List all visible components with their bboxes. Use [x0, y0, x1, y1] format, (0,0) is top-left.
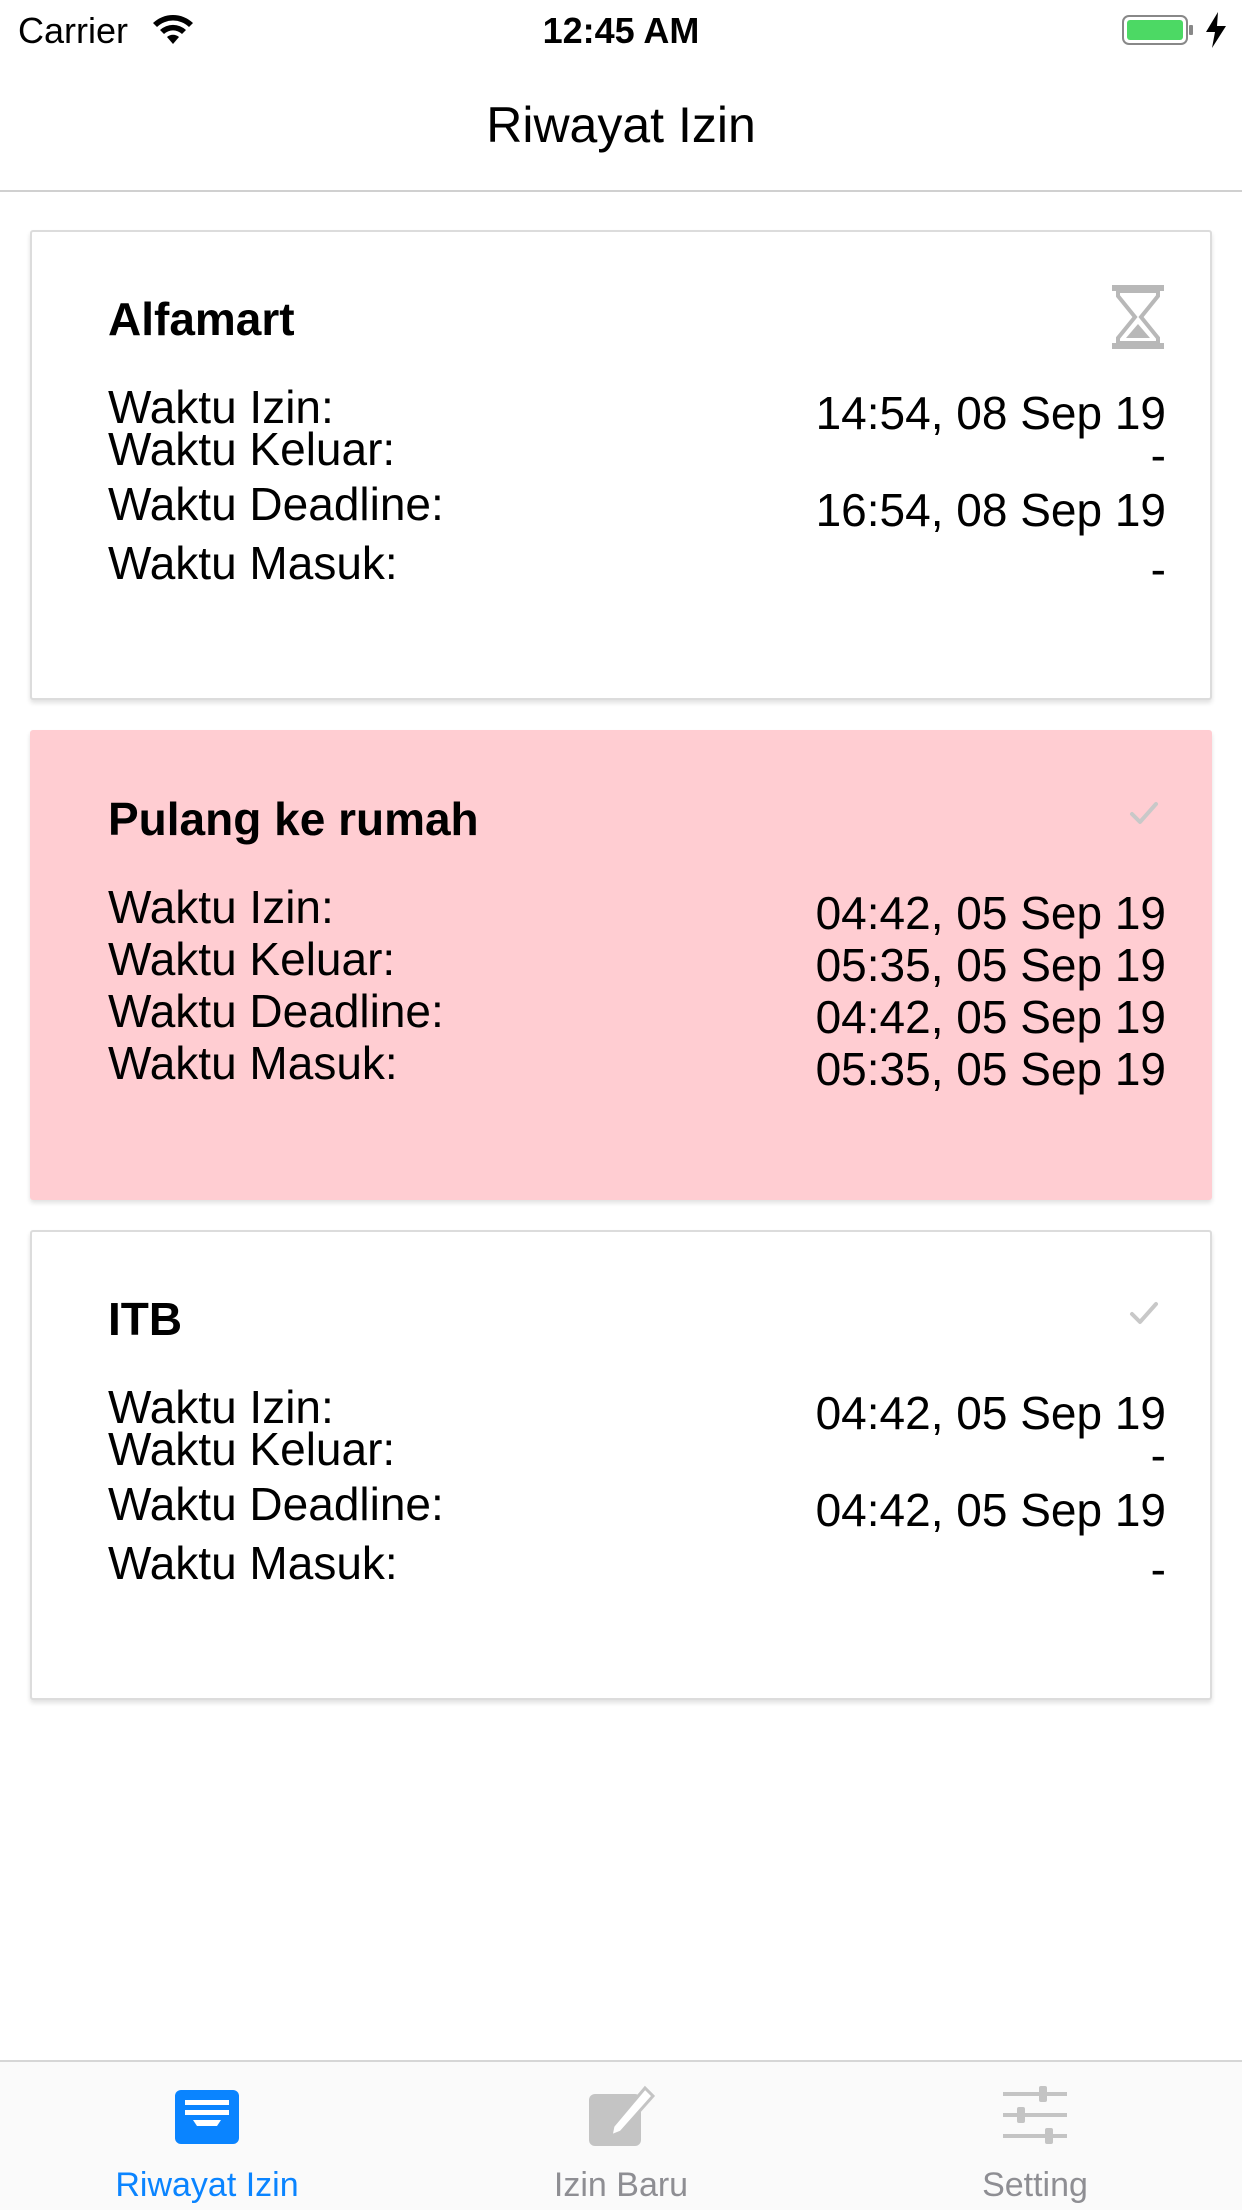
- row-label: Waktu Keluar:: [108, 423, 396, 475]
- tab-label: Riwayat Izin: [115, 2166, 299, 2204]
- row-waktu-keluar: Waktu Keluar: -: [108, 1422, 1166, 1481]
- row-waktu-deadline: Waktu Deadline: 04:42, 05 Sep 19: [108, 984, 1166, 1043]
- page-title: Riwayat Izin: [486, 97, 756, 153]
- row-label: Waktu Masuk:: [108, 1037, 398, 1089]
- row-value: -: [1150, 543, 1166, 595]
- row-waktu-masuk: Waktu Masuk: -: [108, 536, 1166, 595]
- row-waktu-deadline: Waktu Deadline: 04:42, 05 Sep 19: [108, 1477, 1166, 1536]
- inbox-icon: [175, 2090, 239, 2144]
- sliders-icon: [1003, 2086, 1067, 2144]
- row-value: 16:54, 08 Sep 19: [815, 484, 1166, 536]
- compose-icon: [589, 2085, 655, 2146]
- row-label: Waktu Masuk:: [108, 537, 398, 589]
- card-title: Pulang ke rumah: [108, 793, 479, 845]
- battery-icon: [1122, 15, 1193, 45]
- row-label: Waktu Keluar:: [108, 1423, 396, 1475]
- row-label: Waktu Deadline:: [108, 1478, 444, 1530]
- row-label: Waktu Masuk:: [108, 1537, 398, 1589]
- tab-label: Setting: [982, 2166, 1088, 2204]
- tab-izin-baru[interactable]: Izin Baru: [414, 2062, 828, 2210]
- row-label: Waktu Deadline:: [108, 478, 444, 530]
- checkmark-icon: [1130, 1302, 1158, 1324]
- row-waktu-keluar: Waktu Keluar: 05:35, 05 Sep 19: [108, 932, 1166, 991]
- row-label: Waktu Keluar:: [108, 933, 396, 985]
- card-title: Alfamart: [108, 293, 295, 345]
- row-waktu-keluar: Waktu Keluar: -: [108, 422, 1166, 481]
- row-waktu-masuk: Waktu Masuk: -: [108, 1536, 1166, 1595]
- checkmark-icon: [1130, 802, 1158, 824]
- permission-card[interactable]: ITB Waktu Izin: 04:42, 05 Sep 19 Waktu K…: [30, 1230, 1212, 1700]
- row-waktu-masuk: Waktu Masuk: 05:35, 05 Sep 19: [108, 1036, 1166, 1095]
- row-waktu-deadline: Waktu Deadline: 16:54, 08 Sep 19: [108, 477, 1166, 536]
- row-value: 05:35, 05 Sep 19: [815, 1043, 1166, 1095]
- tab-riwayat-izin[interactable]: Riwayat Izin: [0, 2062, 414, 2210]
- row-value: -: [1150, 1543, 1166, 1595]
- row-value: 04:42, 05 Sep 19: [815, 1484, 1166, 1536]
- tab-label: Izin Baru: [553, 2166, 689, 2204]
- row-label: Waktu Izin:: [108, 881, 334, 933]
- card-title: ITB: [108, 1293, 183, 1345]
- permission-card[interactable]: Pulang ke rumah Waktu Izin: 04:42, 05 Se…: [30, 730, 1212, 1200]
- row-label: Waktu Deadline:: [108, 985, 444, 1037]
- hourglass-icon: [1112, 285, 1164, 349]
- tab-bar: Riwayat Izin Izin Baru Setting: [0, 2060, 1242, 2210]
- permission-history-list: Alfamart Waktu Izin: 14:54, 08 Sep 19 Wa…: [30, 230, 1212, 1730]
- permission-card[interactable]: Alfamart Waktu Izin: 14:54, 08 Sep 19 Wa…: [30, 230, 1212, 700]
- row-value: -: [1150, 429, 1166, 481]
- charging-bolt-icon: [1206, 12, 1226, 48]
- tab-setting[interactable]: Setting: [828, 2062, 1242, 2210]
- navigation-bar: Riwayat Izin: [0, 62, 1242, 192]
- status-bar: Carrier 12:45 AM: [0, 0, 1242, 62]
- row-waktu-izin: Waktu Izin: 04:42, 05 Sep 19: [108, 880, 1166, 939]
- status-time: 12:45 AM: [542, 10, 700, 51]
- row-value: -: [1150, 1429, 1166, 1481]
